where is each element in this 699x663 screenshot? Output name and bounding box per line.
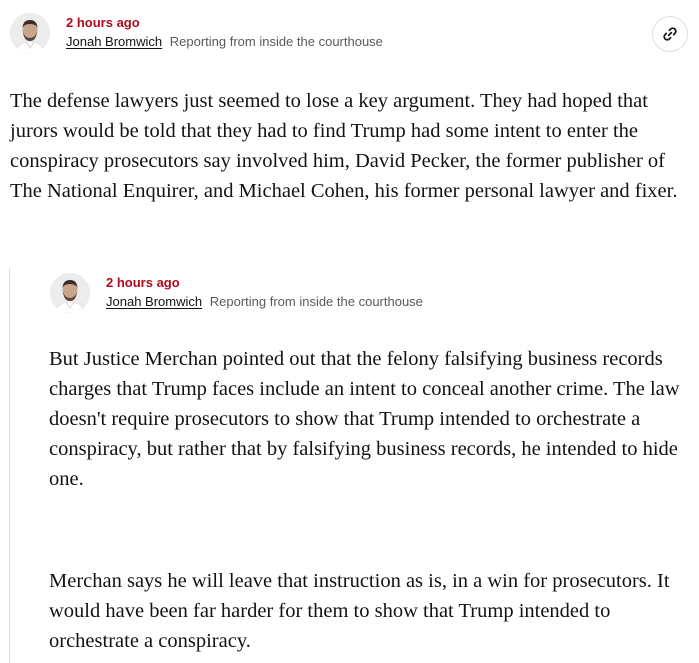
- byline: Jonah Bromwich Reporting from inside the…: [66, 33, 383, 50]
- nested-author-link[interactable]: Jonah Bromwich: [106, 294, 202, 309]
- thread-divider: [9, 268, 10, 663]
- author-avatar[interactable]: [10, 13, 50, 53]
- nested-author-avatar[interactable]: [50, 273, 90, 313]
- nested-reporting-note: Reporting from inside the courthouse: [209, 294, 423, 309]
- nested-post-timestamp[interactable]: 2 hours ago: [106, 274, 423, 291]
- nested-meta-text: 2 hours ago Jonah Bromwich Reporting fro…: [106, 273, 423, 310]
- nested-post-meta: 2 hours ago Jonah Bromwich Reporting fro…: [50, 273, 423, 313]
- meta-text: 2 hours ago Jonah Bromwich Reporting fro…: [66, 13, 383, 50]
- post-meta: 2 hours ago Jonah Bromwich Reporting fro…: [10, 13, 383, 53]
- nested-paragraph-1: But Justice Merchan pointed out that the…: [49, 348, 680, 490]
- author-link[interactable]: Jonah Bromwich: [66, 34, 162, 49]
- reporting-note: Reporting from inside the courthouse: [169, 34, 383, 49]
- nested-byline: Jonah Bromwich Reporting from inside the…: [106, 293, 423, 310]
- author-avatar-image: [10, 13, 50, 53]
- nested-paragraph-2: Merchan says he will leave that instruct…: [49, 570, 670, 652]
- link-icon: [663, 27, 677, 41]
- copy-link-button[interactable]: [652, 16, 688, 52]
- post-timestamp[interactable]: 2 hours ago: [66, 14, 383, 31]
- post-paragraph: The defense lawyers just seemed to lose …: [10, 90, 678, 202]
- nested-author-avatar-image: [50, 273, 90, 313]
